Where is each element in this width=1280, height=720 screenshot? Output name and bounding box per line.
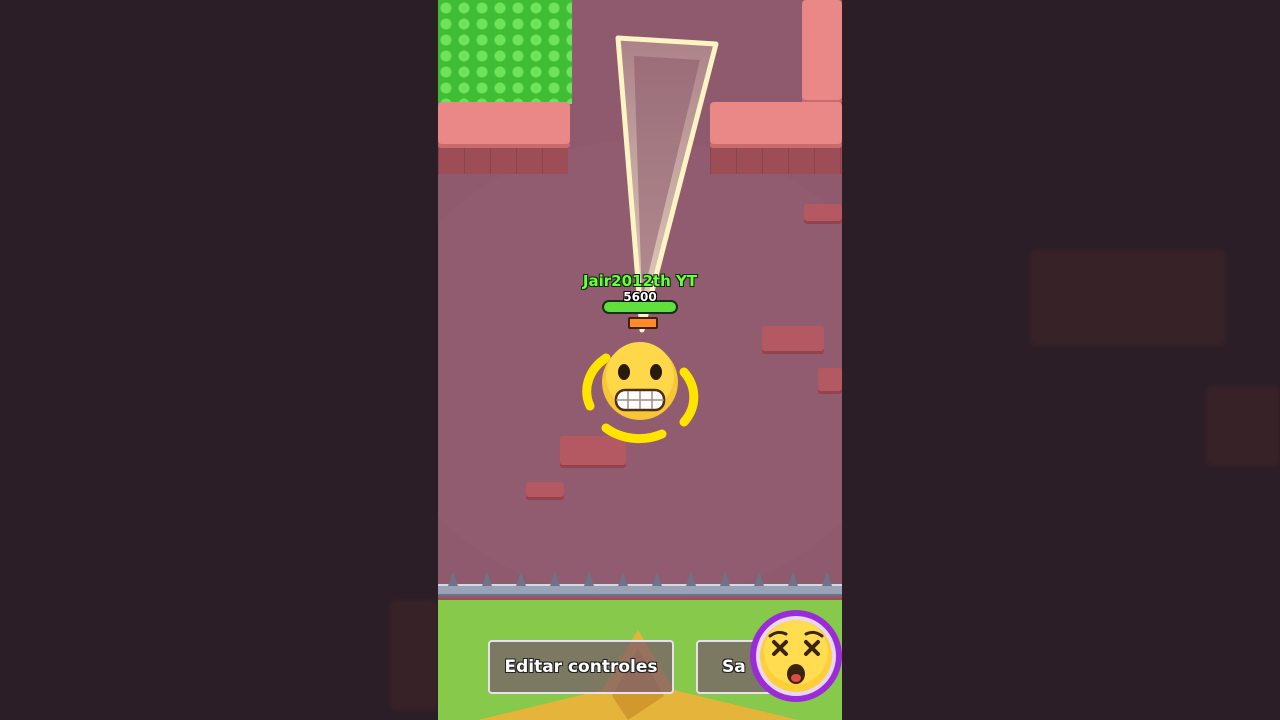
right-blurred-backdrop [842, 0, 1280, 720]
grimacing-face-icon[interactable] [576, 336, 706, 446]
fence-spike [618, 572, 628, 586]
blurred-brick [1206, 386, 1280, 466]
floor-brick [818, 368, 842, 394]
blurred-wall [390, 600, 438, 710]
fence-spike [788, 572, 798, 586]
fence-spike [584, 572, 594, 586]
fence-rail [438, 584, 842, 596]
ammo-bar [628, 317, 658, 329]
fence [438, 572, 842, 600]
fence-spike [516, 572, 526, 586]
fence-spike [686, 572, 696, 586]
player-name: Jair2012th YT [582, 272, 698, 290]
floor-brick [526, 482, 564, 500]
edit-controls-button[interactable]: Editar controles [488, 640, 674, 694]
game-viewport[interactable]: Jair2012th YT 5600 Editar controles Sa [438, 0, 842, 720]
health-value: 5600 [623, 290, 657, 304]
fence-spike [822, 572, 832, 586]
blurred-brick [1030, 250, 1226, 346]
fence-spike [720, 572, 730, 586]
fence-spike [652, 572, 662, 586]
fence-spike [482, 572, 492, 586]
fence-spike [754, 572, 764, 586]
dizzy-face-icon[interactable] [744, 604, 842, 702]
fence-spike [448, 572, 458, 586]
left-blurred-backdrop [0, 0, 438, 720]
fence-spike [550, 572, 560, 586]
